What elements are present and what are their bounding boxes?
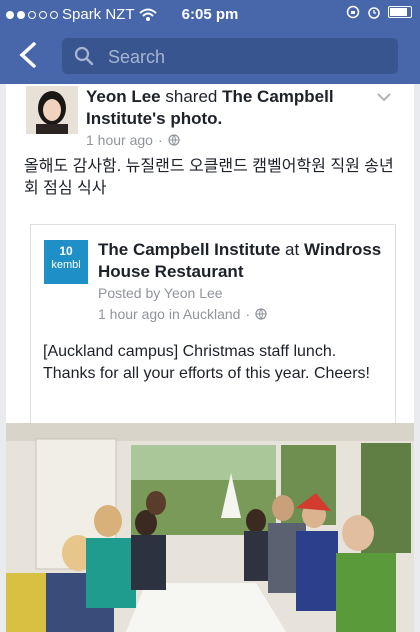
shared-post-text: [Auckland campus] Christmas staff lunch.… xyxy=(43,343,370,382)
at-text: at xyxy=(285,240,300,259)
post-time[interactable]: 1 hour ago xyxy=(86,132,153,148)
avatar[interactable] xyxy=(26,86,78,134)
chevron-down-icon[interactable] xyxy=(376,92,392,102)
shared-post-title: The Campbell Institute at Windross House… xyxy=(98,239,388,283)
author-name[interactable]: Yeon Lee xyxy=(86,87,161,106)
back-icon[interactable] xyxy=(14,40,44,70)
battery-icon xyxy=(388,6,412,18)
post-card: Yeon Lee shared The Campbell Institute 's… xyxy=(6,84,414,632)
shared-page-link[interactable]: The Campbell Institute xyxy=(98,240,280,259)
globe-icon xyxy=(168,134,180,146)
post-meta: 1 hour ago · xyxy=(86,132,180,148)
search-bar[interactable] xyxy=(62,38,398,74)
nav-bar xyxy=(0,30,420,84)
shared-time-location[interactable]: 1 hour ago in Auckland xyxy=(98,306,240,322)
post-photo[interactable] xyxy=(6,423,414,632)
search-input[interactable] xyxy=(106,42,390,72)
rotation-lock-icon xyxy=(346,5,360,19)
search-icon xyxy=(74,46,94,66)
shared-text: shared xyxy=(165,87,218,106)
status-bar: Spark NZT 6:05 pm xyxy=(0,0,420,30)
posted-by: Posted by Yeon Lee xyxy=(98,285,223,301)
alarm-icon xyxy=(368,7,380,19)
post-header: Yeon Lee shared The Campbell Institute's… xyxy=(86,86,376,130)
shared-meta: 1 hour ago in Auckland · xyxy=(98,306,267,322)
post-message: 올해도 감사함. 뉴질랜드 오클랜드 캠벨어학원 직원 송년회 점심 식사 xyxy=(24,158,394,197)
page-logo[interactable]: 10 kembl xyxy=(44,240,88,284)
photo-link[interactable]: 's photo. xyxy=(152,109,222,128)
globe-icon xyxy=(255,308,267,320)
